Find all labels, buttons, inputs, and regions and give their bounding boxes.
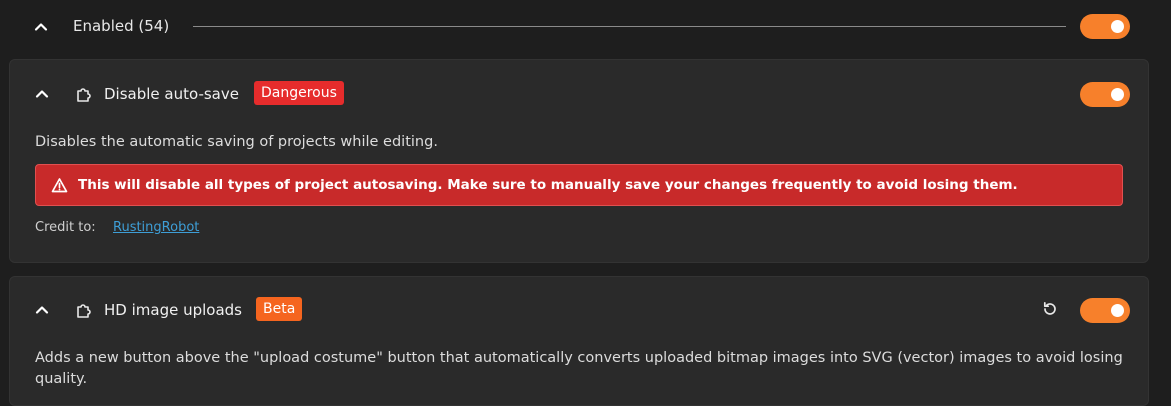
addon-toggle[interactable] (1080, 298, 1130, 323)
toggle-knob (1111, 88, 1124, 101)
toggle-knob (1111, 20, 1124, 33)
puzzle-icon (74, 84, 94, 104)
credit-label: Credit to: (35, 220, 96, 235)
credit-link[interactable]: RustingRobot (113, 220, 199, 235)
addon-description: Adds a new button above the "upload cost… (35, 350, 1123, 387)
beta-badge: Beta (256, 297, 303, 321)
addon-toggle[interactable] (1080, 82, 1130, 107)
warning-icon (51, 177, 68, 194)
addon-title: Disable auto-save (104, 85, 239, 103)
addon-card-disable-auto-save: Disable auto-save Dangerous Disables the… (9, 59, 1149, 263)
section-toggle[interactable] (1080, 14, 1130, 39)
section-title: Enabled (54) (73, 17, 170, 35)
reset-icon[interactable] (1041, 300, 1061, 320)
chevron-up-icon[interactable] (32, 300, 52, 320)
toggle-knob (1111, 304, 1124, 317)
addon-description: Disables the automatic saving of project… (35, 134, 438, 150)
chevron-up-icon[interactable] (31, 17, 51, 37)
addon-title: HD image uploads (104, 301, 242, 319)
section-divider (193, 26, 1066, 27)
chevron-up-icon[interactable] (32, 84, 52, 104)
warning-box: This will disable all types of project a… (35, 164, 1123, 206)
enabled-section-header: Enabled (54) (0, 0, 1171, 54)
dangerous-badge: Dangerous (254, 81, 344, 105)
puzzle-icon (74, 300, 94, 320)
warning-text: This will disable all types of project a… (78, 177, 1018, 193)
